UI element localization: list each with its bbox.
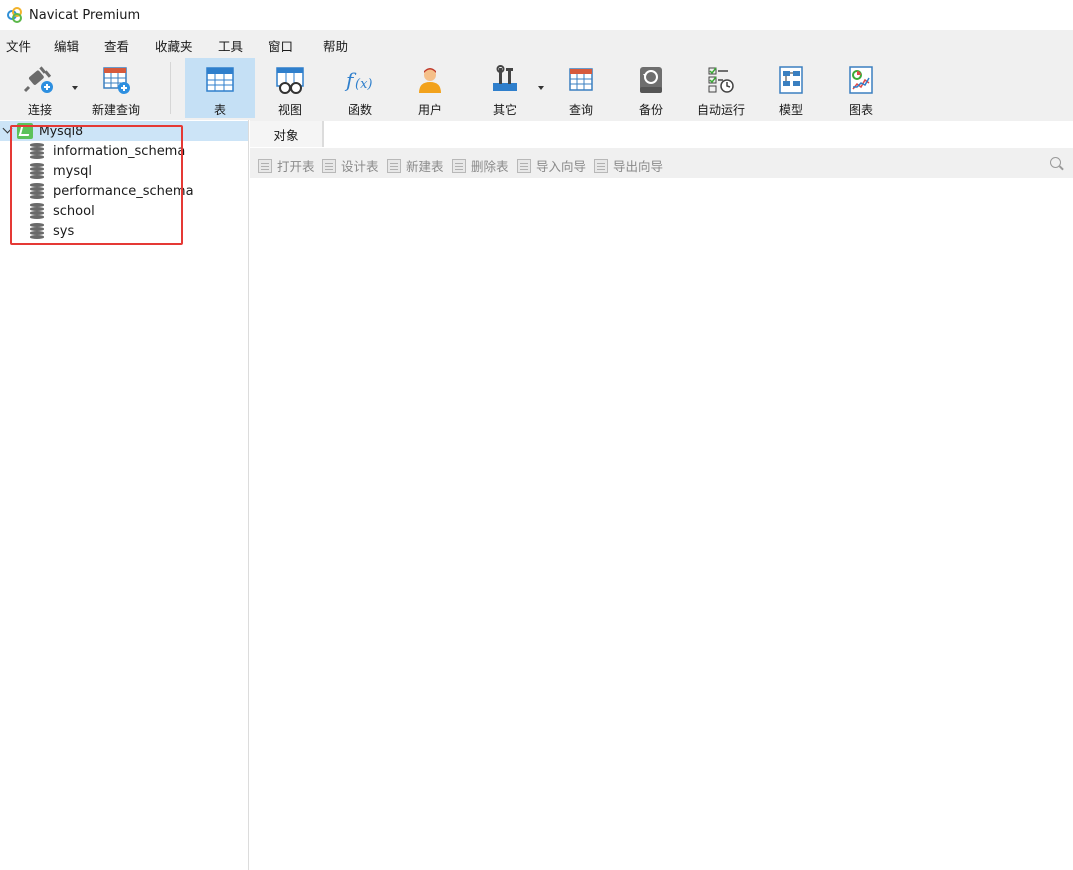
view-button[interactable]: 视图 bbox=[262, 58, 318, 118]
table-icon bbox=[203, 63, 237, 97]
search-icon[interactable] bbox=[1050, 157, 1061, 168]
plug-icon bbox=[23, 63, 57, 97]
window-title: Navicat Premium bbox=[29, 7, 141, 23]
user-button[interactable]: 用户 bbox=[402, 58, 458, 118]
connect-dropdown-icon[interactable] bbox=[72, 86, 78, 90]
model-label: 模型 bbox=[778, 103, 803, 117]
connect-label: 连接 bbox=[27, 103, 52, 117]
automation-label: 自动运行 bbox=[696, 103, 745, 117]
model-button[interactable]: 模型 bbox=[763, 58, 819, 118]
menu-tools[interactable]: 工具 bbox=[218, 36, 243, 55]
open-table-button[interactable]: 打开表 bbox=[258, 156, 315, 175]
navicat-logo-icon bbox=[7, 7, 23, 23]
import-wizard-icon bbox=[517, 158, 531, 173]
automation-button[interactable]: 自动运行 bbox=[693, 58, 749, 118]
table-button[interactable]: 表 bbox=[185, 58, 255, 118]
main-toolbar: 连接 新建查询 表 视图 f (x) 函数 用户 其它 查询 备份 自动运行 模… bbox=[0, 56, 1073, 120]
other-button[interactable]: 其它 bbox=[477, 58, 533, 118]
svg-text:(x): (x) bbox=[355, 77, 372, 92]
chart-button[interactable]: 图表 bbox=[833, 58, 889, 118]
menu-bar: 文件 编辑 查看 收藏夹 工具 窗口 帮助 bbox=[0, 30, 1073, 56]
toolbar-separator bbox=[170, 62, 171, 114]
design-table-button[interactable]: 设计表 bbox=[322, 156, 379, 175]
tab-bar-empty bbox=[323, 121, 1073, 147]
open-table-icon bbox=[258, 158, 272, 173]
other-dropdown-icon[interactable] bbox=[538, 86, 544, 90]
model-icon bbox=[774, 63, 808, 97]
view-icon bbox=[273, 63, 307, 97]
delete-table-icon bbox=[452, 158, 466, 173]
menu-window[interactable]: 窗口 bbox=[268, 36, 293, 55]
query-button[interactable]: 查询 bbox=[553, 58, 609, 118]
table-label: 表 bbox=[213, 103, 226, 117]
other-label: 其它 bbox=[492, 103, 517, 117]
design-table-icon bbox=[322, 158, 336, 173]
menu-edit[interactable]: 编辑 bbox=[54, 36, 79, 55]
new-query-icon bbox=[99, 63, 133, 97]
function-label: 函数 bbox=[347, 103, 372, 117]
annotation-highlight-box bbox=[10, 125, 183, 245]
function-icon: f (x) bbox=[343, 63, 377, 97]
chart-label: 图表 bbox=[848, 103, 873, 117]
function-button[interactable]: f (x) 函数 bbox=[332, 58, 388, 118]
export-wizard-icon bbox=[594, 158, 608, 173]
new-table-label: 新建表 bbox=[406, 159, 444, 174]
title-bar: Navicat Premium bbox=[0, 0, 1073, 30]
new-table-icon bbox=[387, 158, 401, 173]
tab-bar: 对象 bbox=[250, 120, 1073, 147]
open-table-label: 打开表 bbox=[277, 159, 315, 174]
design-table-label: 设计表 bbox=[341, 159, 379, 174]
view-label: 视图 bbox=[277, 103, 302, 117]
menu-favorites[interactable]: 收藏夹 bbox=[155, 36, 193, 55]
query-icon bbox=[564, 63, 598, 97]
delete-table-button[interactable]: 删除表 bbox=[452, 156, 509, 175]
import-wizard-label: 导入向导 bbox=[536, 159, 587, 174]
backup-icon bbox=[634, 63, 668, 97]
query-label: 查询 bbox=[568, 103, 593, 117]
delete-table-label: 删除表 bbox=[471, 159, 509, 174]
export-wizard-button[interactable]: 导出向导 bbox=[594, 156, 663, 175]
user-label: 用户 bbox=[417, 103, 442, 117]
import-wizard-button[interactable]: 导入向导 bbox=[517, 156, 586, 175]
new-query-button[interactable]: 新建查询 bbox=[84, 58, 148, 118]
tools-icon bbox=[488, 63, 522, 97]
menu-help[interactable]: 帮助 bbox=[323, 36, 348, 55]
backup-button[interactable]: 备份 bbox=[623, 58, 679, 118]
backup-label: 备份 bbox=[638, 103, 663, 117]
navigator-panel: Mysql8 information_schema mysql performa… bbox=[0, 120, 249, 870]
new-table-button[interactable]: 新建表 bbox=[387, 156, 444, 175]
tab-objects[interactable]: 对象 bbox=[250, 121, 323, 147]
new-query-label: 新建查询 bbox=[91, 103, 140, 117]
object-action-bar: 打开表 设计表 新建表 删除表 导入向导 导出向导 bbox=[250, 148, 1073, 178]
chart-icon bbox=[844, 63, 878, 97]
user-icon bbox=[413, 63, 447, 97]
menu-view[interactable]: 查看 bbox=[104, 36, 129, 55]
object-panel: 对象 打开表 设计表 新建表 删除表 导入向导 导出向导 bbox=[250, 120, 1073, 870]
tab-objects-label: 对象 bbox=[273, 127, 299, 143]
automation-icon bbox=[704, 63, 738, 97]
connect-button[interactable]: 连接 bbox=[10, 58, 70, 118]
menu-file[interactable]: 文件 bbox=[6, 36, 31, 55]
export-wizard-label: 导出向导 bbox=[613, 159, 664, 174]
